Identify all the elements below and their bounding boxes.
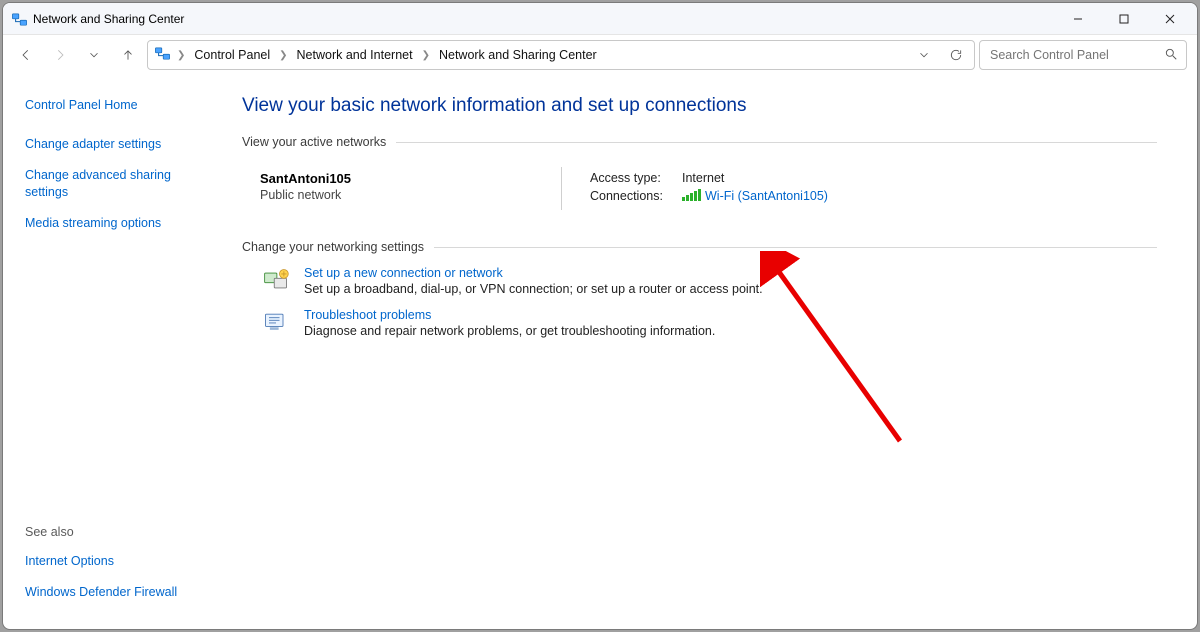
network-name: SantAntoni105: [260, 171, 561, 186]
active-networks-label: View your active networks: [242, 135, 1157, 149]
breadcrumb-item[interactable]: Network and Sharing Center: [436, 46, 600, 64]
connection-link[interactable]: Wi-Fi (SantAntoni105): [682, 189, 828, 203]
body: Control Panel Home Change adapter settin…: [3, 75, 1197, 629]
task-setup-connection: Set up a new connection or network Set u…: [262, 266, 1157, 296]
close-button[interactable]: [1147, 4, 1193, 34]
chevron-right-icon: ❯: [177, 50, 185, 61]
task-troubleshoot-link[interactable]: Troubleshoot problems: [304, 308, 715, 322]
change-networking-label: Change your networking settings: [242, 240, 1157, 254]
window-title: Network and Sharing Center: [33, 12, 184, 26]
address-dropdown-button[interactable]: [912, 43, 936, 67]
see-also-firewall[interactable]: Windows Defender Firewall: [25, 584, 206, 601]
sidebar-link-adapter[interactable]: Change adapter settings: [25, 136, 206, 153]
sidebar-link-advanced-sharing[interactable]: Change advanced sharing settings: [25, 167, 206, 201]
recent-locations-button[interactable]: [79, 41, 109, 69]
page-heading: View your basic network information and …: [242, 95, 1157, 117]
see-also-label: See also: [25, 525, 206, 539]
setup-connection-icon: [262, 266, 290, 294]
task-troubleshoot-desc: Diagnose and repair network problems, or…: [304, 324, 715, 338]
sidebar-link-media-streaming[interactable]: Media streaming options: [25, 215, 206, 232]
window-frame: Network and Sharing Center: [2, 2, 1198, 630]
breadcrumb-item[interactable]: Network and Internet: [294, 46, 416, 64]
nav-bar: ❯ Control Panel ❯ Network and Internet ❯…: [3, 35, 1197, 75]
active-network-block: SantAntoni105 Public network Access type…: [242, 167, 1157, 210]
task-setup-connection-desc: Set up a broadband, dial-up, or VPN conn…: [304, 282, 763, 296]
see-also-internet-options[interactable]: Internet Options: [25, 553, 206, 570]
forward-button[interactable]: [45, 41, 75, 69]
search-input[interactable]: [988, 47, 1158, 63]
search-box[interactable]: [979, 40, 1187, 70]
app-icon: [11, 11, 27, 27]
network-type: Public network: [260, 188, 561, 202]
chevron-right-icon: ❯: [422, 50, 430, 61]
address-icon: [154, 45, 171, 65]
access-type-label: Access type:: [590, 171, 682, 185]
maximize-button[interactable]: [1101, 4, 1147, 34]
up-button[interactable]: [113, 41, 143, 69]
task-setup-connection-link[interactable]: Set up a new connection or network: [304, 266, 763, 280]
troubleshoot-icon: [262, 308, 290, 336]
control-panel-home-link[interactable]: Control Panel Home: [25, 97, 206, 114]
breadcrumb-item[interactable]: Control Panel: [191, 46, 273, 64]
sidebar: Control Panel Home Change adapter settin…: [3, 75, 216, 629]
content: View your basic network information and …: [216, 75, 1197, 629]
connections-label: Connections:: [590, 189, 682, 203]
title-bar: Network and Sharing Center: [3, 3, 1197, 35]
signal-strength-icon: [682, 189, 701, 201]
chevron-right-icon: ❯: [279, 50, 287, 61]
address-bar[interactable]: ❯ Control Panel ❯ Network and Internet ❯…: [147, 40, 975, 70]
refresh-button[interactable]: [944, 43, 968, 67]
minimize-button[interactable]: [1055, 4, 1101, 34]
access-type-value: Internet: [682, 171, 724, 185]
back-button[interactable]: [11, 41, 41, 69]
search-icon: [1164, 47, 1178, 64]
task-troubleshoot: Troubleshoot problems Diagnose and repai…: [262, 308, 1157, 338]
window-controls: [1055, 4, 1193, 34]
